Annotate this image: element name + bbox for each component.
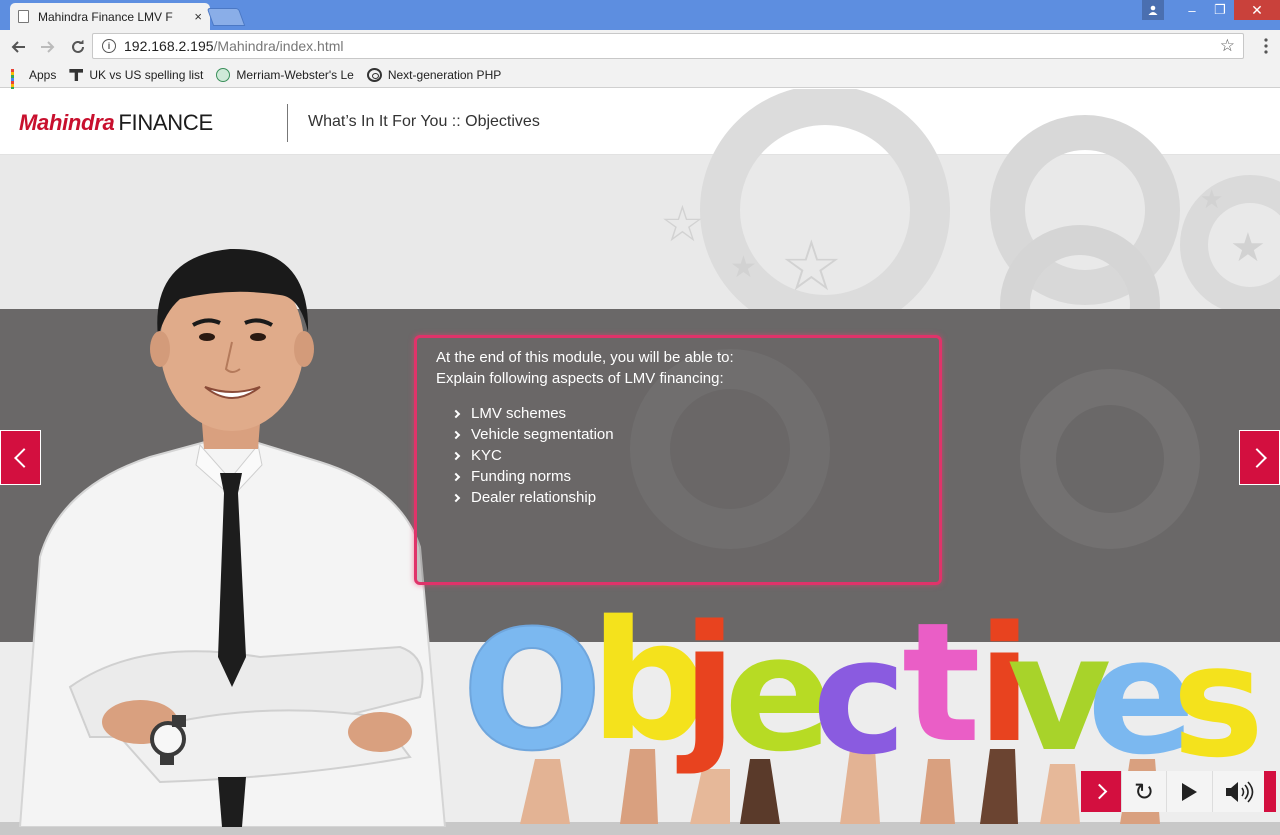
- apps-grid-icon: [11, 69, 23, 96]
- profile-icon[interactable]: [1142, 0, 1164, 20]
- kebab-menu-icon: [1264, 38, 1268, 54]
- objective-text: Dealer relationship: [471, 489, 597, 506]
- bookmark-star-icon[interactable]: ☆: [1220, 36, 1235, 56]
- chevron-right-icon: [451, 472, 461, 481]
- forward-arrow-icon: [41, 40, 55, 53]
- bookmarks-bar: Apps UK vs US spelling list Merriam-Webs…: [0, 63, 1280, 96]
- reload-button[interactable]: [66, 35, 90, 59]
- bookmark-label: Merriam-Webster's Le: [236, 68, 354, 82]
- objective-text: Funding norms: [471, 468, 572, 485]
- url-host: 192.168.2.195: [124, 38, 214, 54]
- volume-button[interactable]: [1212, 771, 1264, 812]
- objective-item: Funding norms: [451, 466, 939, 487]
- banner-letter: O: [461, 595, 603, 787]
- star-shape: ★: [730, 250, 757, 285]
- next-icon: [1091, 783, 1107, 800]
- star-shape: ☆: [780, 225, 843, 307]
- replay-button[interactable]: ↻: [1121, 771, 1166, 812]
- forward-button[interactable]: [36, 35, 60, 59]
- banner-letter: t: [902, 587, 981, 779]
- header-divider: [287, 104, 288, 142]
- objectives-box: At the end of this module, you will be a…: [414, 335, 942, 585]
- bookmark-spelling-list[interactable]: UK vs US spelling list: [69, 68, 203, 82]
- bookmark-php[interactable]: Next-generation PHP: [366, 68, 502, 82]
- bookmark-label: Apps: [29, 68, 57, 82]
- bookmark-apps[interactable]: Apps: [11, 68, 57, 96]
- objectives-banner: O b j e c t i v e s: [461, 599, 1280, 780]
- tab-title: Mahindra Finance LMV F: [38, 9, 173, 24]
- objective-item: KYC: [451, 445, 939, 466]
- banner-letter: c: [812, 603, 907, 790]
- chevron-right-icon: [451, 493, 461, 502]
- next-slide-button[interactable]: [1239, 430, 1280, 485]
- player-controls: ↻: [1081, 771, 1276, 812]
- chevron-right-icon: [451, 451, 461, 460]
- next-button[interactable]: [1081, 771, 1121, 812]
- window-controls: – ❐ ✕: [1142, 0, 1280, 22]
- reload-icon: [72, 39, 84, 53]
- page-title: What’s In It For You :: Objectives: [308, 113, 540, 130]
- document-icon: [18, 10, 29, 23]
- browser-tab[interactable]: Mahindra Finance LMV F ×: [10, 3, 210, 30]
- volume-icon: [1225, 780, 1253, 803]
- bookmark-merriam-webster[interactable]: Merriam-Webster's Le: [216, 68, 354, 82]
- back-arrow-icon: [11, 40, 25, 53]
- controls-edge: [1264, 771, 1276, 812]
- mahindra-finance-logo: Mahindra FINANCE: [19, 111, 213, 135]
- decor-ring: [1020, 369, 1200, 549]
- play-button[interactable]: [1166, 771, 1212, 812]
- bookmark-label: Next-generation PHP: [387, 68, 502, 82]
- tab-close-button[interactable]: ×: [194, 9, 202, 24]
- replay-icon: ↻: [1133, 777, 1155, 806]
- browser-menu-button[interactable]: [1264, 38, 1268, 54]
- bookmark-label: UK vs US spelling list: [89, 68, 204, 82]
- back-button[interactable]: [6, 35, 30, 59]
- course-page: Mahindra FINANCE What’s In It For You :: …: [0, 89, 1280, 835]
- chevron-right-icon: [451, 409, 461, 418]
- chevron-right-icon: [1246, 447, 1267, 468]
- restore-button[interactable]: ❐: [1206, 0, 1234, 20]
- minimize-button[interactable]: –: [1178, 0, 1206, 20]
- star-shape: ★: [1200, 185, 1224, 215]
- chevron-left-icon: [13, 447, 34, 468]
- presenter-illustration: [18, 248, 447, 827]
- address-bar[interactable]: i 192.168.2.195/Mahindra/index.html ☆: [92, 33, 1244, 59]
- play-icon: [1182, 782, 1197, 801]
- browser-titlebar: Mahindra Finance LMV F × – ❐ ✕: [0, 0, 1280, 30]
- new-tab-button[interactable]: [206, 8, 246, 26]
- previous-slide-button[interactable]: [0, 430, 41, 485]
- objective-text: Vehicle segmentation: [471, 426, 614, 443]
- globe-icon: [216, 68, 231, 82]
- php-icon: [366, 68, 382, 82]
- logo-suffix: FINANCE: [118, 110, 213, 135]
- info-icon[interactable]: i: [102, 39, 116, 53]
- star-shape: ★: [1230, 225, 1266, 271]
- window-close-button[interactable]: ✕: [1234, 0, 1280, 20]
- objectives-intro-line1: At the end of this module, you will be a…: [436, 349, 734, 366]
- objective-text: KYC: [471, 447, 502, 464]
- browser-toolbar: i 192.168.2.195/Mahindra/index.html ☆: [0, 30, 1280, 63]
- url-path: /Mahindra/index.html: [213, 38, 344, 54]
- objectives-intro-line2: Explain following aspects of LMV financi…: [436, 370, 724, 387]
- objective-item: LMV schemes: [451, 403, 939, 424]
- objectives-list: LMV schemes Vehicle segmentation KYC Fun…: [451, 403, 939, 508]
- t-icon: [69, 69, 84, 81]
- objective-item: Vehicle segmentation: [451, 424, 939, 445]
- logo-brand: Mahindra: [19, 110, 115, 135]
- objective-text: LMV schemes: [471, 405, 567, 422]
- star-shape: ☆: [660, 195, 705, 253]
- banner-letter: s: [1172, 611, 1265, 792]
- chevron-right-icon: [451, 430, 461, 439]
- objective-item: Dealer relationship: [451, 487, 939, 508]
